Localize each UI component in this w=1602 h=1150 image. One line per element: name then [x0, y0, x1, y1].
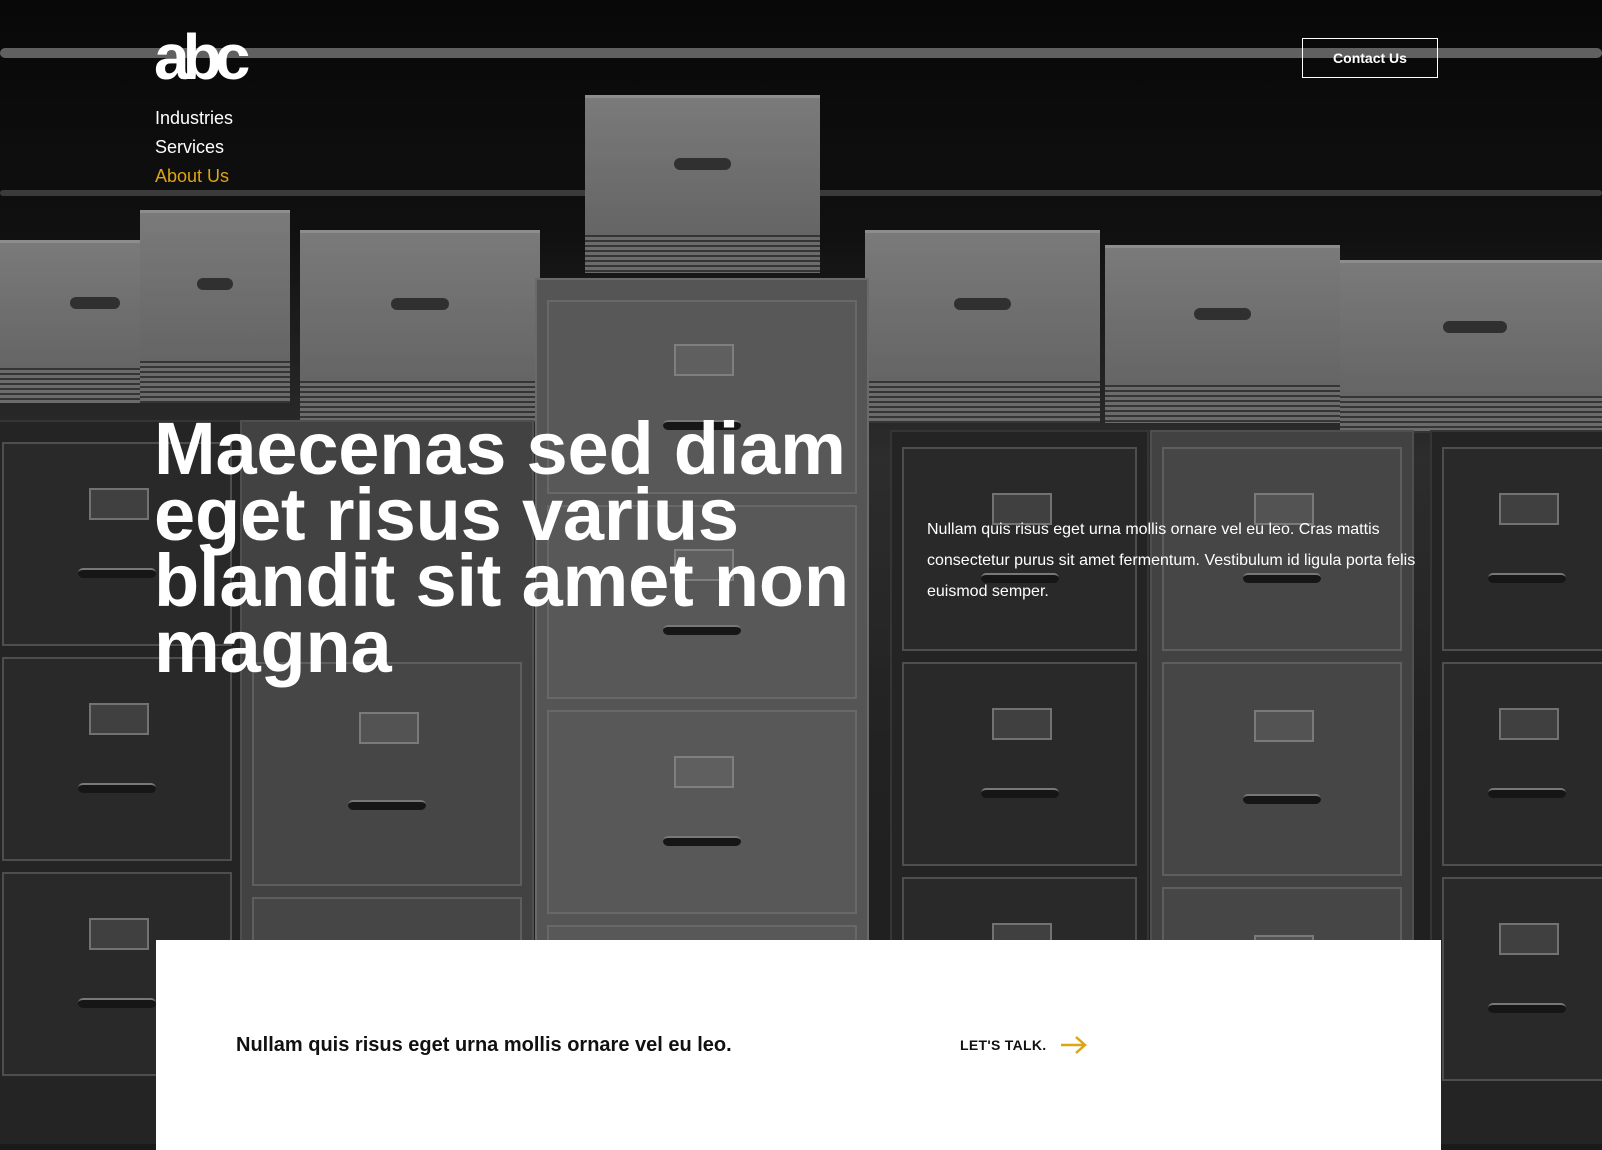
nav-item-industries[interactable]: Industries	[155, 104, 233, 133]
lets-talk-link[interactable]: LET'S TALK.	[960, 1033, 1088, 1057]
main-nav: Industries Services About Us	[155, 104, 233, 191]
nav-item-about-us[interactable]: About Us	[155, 162, 233, 191]
arrow-right-icon	[1061, 1036, 1088, 1054]
cta-text: Nullam quis risus eget urna mollis ornar…	[236, 1034, 732, 1056]
cta-card: Nullam quis risus eget urna mollis ornar…	[156, 940, 1441, 1150]
nav-item-services[interactable]: Services	[155, 133, 233, 162]
contact-us-button[interactable]: Contact Us	[1302, 38, 1438, 78]
logo[interactable]: abc	[154, 22, 250, 92]
lets-talk-label: LET'S TALK.	[960, 1037, 1047, 1053]
hero-description: Nullam quis risus eget urna mollis ornar…	[927, 521, 1416, 600]
hero-title: Maecenas sed diam eget risus varius blan…	[154, 407, 849, 688]
